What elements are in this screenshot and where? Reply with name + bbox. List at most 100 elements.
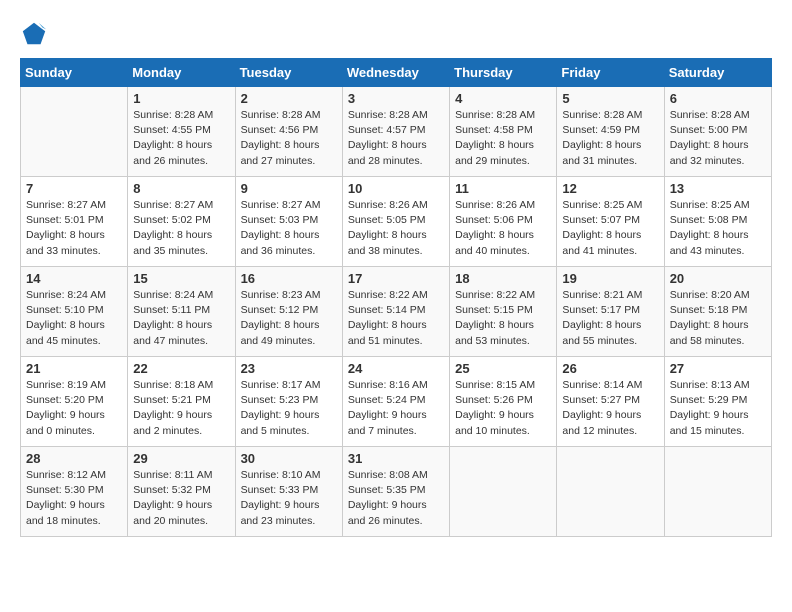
calendar-cell: 2 Sunrise: 8:28 AMSunset: 4:56 PMDaylight… [235, 87, 342, 177]
day-info: Sunrise: 8:11 AMSunset: 5:32 PMDaylight:… [133, 468, 229, 529]
calendar-cell: 17 Sunrise: 8:22 AMSunset: 5:14 PMDayligh… [342, 267, 449, 357]
calendar-cell: 30 Sunrise: 8:10 AMSunset: 5:33 PMDayligh… [235, 447, 342, 537]
day-info: Sunrise: 8:21 AMSunset: 5:17 PMDaylight:… [562, 288, 658, 349]
day-info: Sunrise: 8:27 AMSunset: 5:03 PMDaylight:… [241, 198, 337, 259]
calendar-cell: 22 Sunrise: 8:18 AMSunset: 5:21 PMDayligh… [128, 357, 235, 447]
calendar-cell: 6 Sunrise: 8:28 AMSunset: 5:00 PMDaylight… [664, 87, 771, 177]
day-number: 28 [26, 451, 122, 466]
day-number: 30 [241, 451, 337, 466]
day-info: Sunrise: 8:24 AMSunset: 5:11 PMDaylight:… [133, 288, 229, 349]
day-info: Sunrise: 8:12 AMSunset: 5:30 PMDaylight:… [26, 468, 122, 529]
day-info: Sunrise: 8:13 AMSunset: 5:29 PMDaylight:… [670, 378, 766, 439]
day-info: Sunrise: 8:28 AMSunset: 4:56 PMDaylight:… [241, 108, 337, 169]
day-info: Sunrise: 8:14 AMSunset: 5:27 PMDaylight:… [562, 378, 658, 439]
day-info: Sunrise: 8:20 AMSunset: 5:18 PMDaylight:… [670, 288, 766, 349]
logo-icon [20, 20, 48, 48]
day-info: Sunrise: 8:19 AMSunset: 5:20 PMDaylight:… [26, 378, 122, 439]
calendar-cell: 20 Sunrise: 8:20 AMSunset: 5:18 PMDayligh… [664, 267, 771, 357]
week-row-2: 7 Sunrise: 8:27 AMSunset: 5:01 PMDaylight… [21, 177, 772, 267]
day-info: Sunrise: 8:08 AMSunset: 5:35 PMDaylight:… [348, 468, 444, 529]
day-info: Sunrise: 8:22 AMSunset: 5:15 PMDaylight:… [455, 288, 551, 349]
day-info: Sunrise: 8:28 AMSunset: 5:00 PMDaylight:… [670, 108, 766, 169]
column-header-saturday: Saturday [664, 59, 771, 87]
day-number: 2 [241, 91, 337, 106]
day-info: Sunrise: 8:25 AMSunset: 5:08 PMDaylight:… [670, 198, 766, 259]
calendar-cell [664, 447, 771, 537]
day-number: 9 [241, 181, 337, 196]
day-number: 3 [348, 91, 444, 106]
calendar-cell [21, 87, 128, 177]
calendar-cell: 16 Sunrise: 8:23 AMSunset: 5:12 PMDayligh… [235, 267, 342, 357]
calendar-cell: 23 Sunrise: 8:17 AMSunset: 5:23 PMDayligh… [235, 357, 342, 447]
day-info: Sunrise: 8:18 AMSunset: 5:21 PMDaylight:… [133, 378, 229, 439]
column-header-sunday: Sunday [21, 59, 128, 87]
logo [20, 20, 52, 48]
calendar-cell: 11Sunrise: 8:26 AMSunset: 5:06 PMDayligh… [450, 177, 557, 267]
day-number: 18 [455, 271, 551, 286]
calendar-cell: 1Sunrise: 8:28 AMSunset: 4:55 PMDaylight… [128, 87, 235, 177]
day-number: 10 [348, 181, 444, 196]
week-row-3: 14 Sunrise: 8:24 AMSunset: 5:10 PMDayligh… [21, 267, 772, 357]
calendar-cell: 14 Sunrise: 8:24 AMSunset: 5:10 PMDayligh… [21, 267, 128, 357]
day-number: 17 [348, 271, 444, 286]
column-header-thursday: Thursday [450, 59, 557, 87]
day-number: 13 [670, 181, 766, 196]
calendar-cell: 13 Sunrise: 8:25 AMSunset: 5:08 PMDayligh… [664, 177, 771, 267]
day-number: 6 [670, 91, 766, 106]
week-row-5: 28 Sunrise: 8:12 AMSunset: 5:30 PMDayligh… [21, 447, 772, 537]
calendar-cell: 25Sunrise: 8:15 AMSunset: 5:26 PMDayligh… [450, 357, 557, 447]
day-info: Sunrise: 8:24 AMSunset: 5:10 PMDaylight:… [26, 288, 122, 349]
day-number: 12 [562, 181, 658, 196]
day-number: 31 [348, 451, 444, 466]
day-info: Sunrise: 8:28 AMSunset: 4:58 PMDaylight:… [455, 108, 551, 169]
calendar-cell: 24 Sunrise: 8:16 AMSunset: 5:24 PMDayligh… [342, 357, 449, 447]
day-number: 1 [133, 91, 229, 106]
calendar-cell: 8Sunrise: 8:27 AMSunset: 5:02 PMDaylight… [128, 177, 235, 267]
day-info: Sunrise: 8:22 AMSunset: 5:14 PMDaylight:… [348, 288, 444, 349]
day-number: 15 [133, 271, 229, 286]
calendar-cell: 7 Sunrise: 8:27 AMSunset: 5:01 PMDaylight… [21, 177, 128, 267]
day-number: 24 [348, 361, 444, 376]
day-info: Sunrise: 8:17 AMSunset: 5:23 PMDaylight:… [241, 378, 337, 439]
day-number: 14 [26, 271, 122, 286]
calendar-cell: 21 Sunrise: 8:19 AMSunset: 5:20 PMDayligh… [21, 357, 128, 447]
calendar-cell: 15 Sunrise: 8:24 AMSunset: 5:11 PMDayligh… [128, 267, 235, 357]
day-info: Sunrise: 8:25 AMSunset: 5:07 PMDaylight:… [562, 198, 658, 259]
calendar-cell: 19Sunrise: 8:21 AMSunset: 5:17 PMDayligh… [557, 267, 664, 357]
calendar-cell: 26 Sunrise: 8:14 AMSunset: 5:27 PMDayligh… [557, 357, 664, 447]
day-number: 7 [26, 181, 122, 196]
calendar-cell: 31 Sunrise: 8:08 AMSunset: 5:35 PMDayligh… [342, 447, 449, 537]
day-number: 29 [133, 451, 229, 466]
column-headers: SundayMondayTuesdayWednesdayThursdayFrid… [21, 59, 772, 87]
column-header-wednesday: Wednesday [342, 59, 449, 87]
calendar-cell: 18 Sunrise: 8:22 AMSunset: 5:15 PMDayligh… [450, 267, 557, 357]
calendar-cell: 4Sunrise: 8:28 AMSunset: 4:58 PMDaylight… [450, 87, 557, 177]
calendar-cell: 9 Sunrise: 8:27 AMSunset: 5:03 PMDaylight… [235, 177, 342, 267]
calendar-cell: 27Sunrise: 8:13 AMSunset: 5:29 PMDayligh… [664, 357, 771, 447]
day-number: 20 [670, 271, 766, 286]
day-number: 26 [562, 361, 658, 376]
day-info: Sunrise: 8:28 AMSunset: 4:59 PMDaylight:… [562, 108, 658, 169]
column-header-tuesday: Tuesday [235, 59, 342, 87]
calendar-cell: 5Sunrise: 8:28 AMSunset: 4:59 PMDaylight… [557, 87, 664, 177]
calendar-cell [450, 447, 557, 537]
calendar-cell: 10 Sunrise: 8:26 AMSunset: 5:05 PMDayligh… [342, 177, 449, 267]
day-number: 16 [241, 271, 337, 286]
calendar-cell: 3 Sunrise: 8:28 AMSunset: 4:57 PMDaylight… [342, 87, 449, 177]
day-number: 11 [455, 181, 551, 196]
day-info: Sunrise: 8:23 AMSunset: 5:12 PMDaylight:… [241, 288, 337, 349]
day-info: Sunrise: 8:27 AMSunset: 5:01 PMDaylight:… [26, 198, 122, 259]
calendar-table: SundayMondayTuesdayWednesdayThursdayFrid… [20, 58, 772, 537]
day-info: Sunrise: 8:10 AMSunset: 5:33 PMDaylight:… [241, 468, 337, 529]
week-row-1: 1Sunrise: 8:28 AMSunset: 4:55 PMDaylight… [21, 87, 772, 177]
day-number: 23 [241, 361, 337, 376]
week-row-4: 21 Sunrise: 8:19 AMSunset: 5:20 PMDayligh… [21, 357, 772, 447]
day-info: Sunrise: 8:16 AMSunset: 5:24 PMDaylight:… [348, 378, 444, 439]
day-info: Sunrise: 8:26 AMSunset: 5:05 PMDaylight:… [348, 198, 444, 259]
page-header [20, 20, 772, 48]
day-info: Sunrise: 8:28 AMSunset: 4:57 PMDaylight:… [348, 108, 444, 169]
calendar-cell: 12 Sunrise: 8:25 AMSunset: 5:07 PMDayligh… [557, 177, 664, 267]
day-number: 22 [133, 361, 229, 376]
day-number: 21 [26, 361, 122, 376]
day-info: Sunrise: 8:27 AMSunset: 5:02 PMDaylight:… [133, 198, 229, 259]
